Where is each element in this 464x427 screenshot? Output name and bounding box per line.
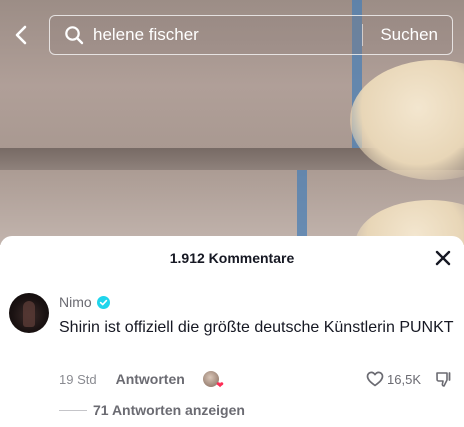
creator-liked-avatar: ❤ [202,371,224,390]
creator-heart-icon: ❤ [216,380,224,390]
heart-icon [366,371,384,387]
comment-count: 1.912 Kommentare [169,250,295,266]
back-arrow-icon [15,25,27,45]
comment-text: Shirin ist offiziell die größte deutsche… [59,319,454,336]
comment-timestamp: 19 Std [59,371,97,387]
comments-header: 1.912 Kommentare [0,236,464,280]
view-replies-label: 71 Antworten anzeigen [93,402,245,418]
back-button[interactable] [8,20,34,50]
dislike-icon [436,372,451,387]
search-input[interactable]: helene fischer [93,25,362,45]
view-replies-button[interactable]: 71 Antworten anzeigen [59,402,245,418]
comments-sheet: 1.912 Kommentare Nimo Shirin ist offizie… [0,236,464,427]
search-icon [64,25,84,45]
verified-icon [96,295,110,309]
comment-meta: 19 Std Antworten ❤ 16,5K [59,369,454,390]
like-button[interactable]: 16,5K [366,369,421,389]
replies-divider-line [59,409,87,411]
search-submit-button[interactable]: Suchen [363,25,452,45]
search-bar[interactable]: helene fischer Suchen [49,15,453,55]
commenter-header: Nimo [59,294,110,310]
video-blue-stripe-bottom [297,170,307,245]
commenter-username[interactable]: Nimo [59,294,92,310]
close-icon [435,250,451,266]
close-button[interactable] [434,249,452,267]
like-count: 16,5K [387,371,421,387]
dislike-button[interactable] [434,369,454,389]
commenter-avatar[interactable] [9,293,49,333]
reply-button[interactable]: Antworten [116,371,185,387]
avatar-figure [23,301,35,327]
